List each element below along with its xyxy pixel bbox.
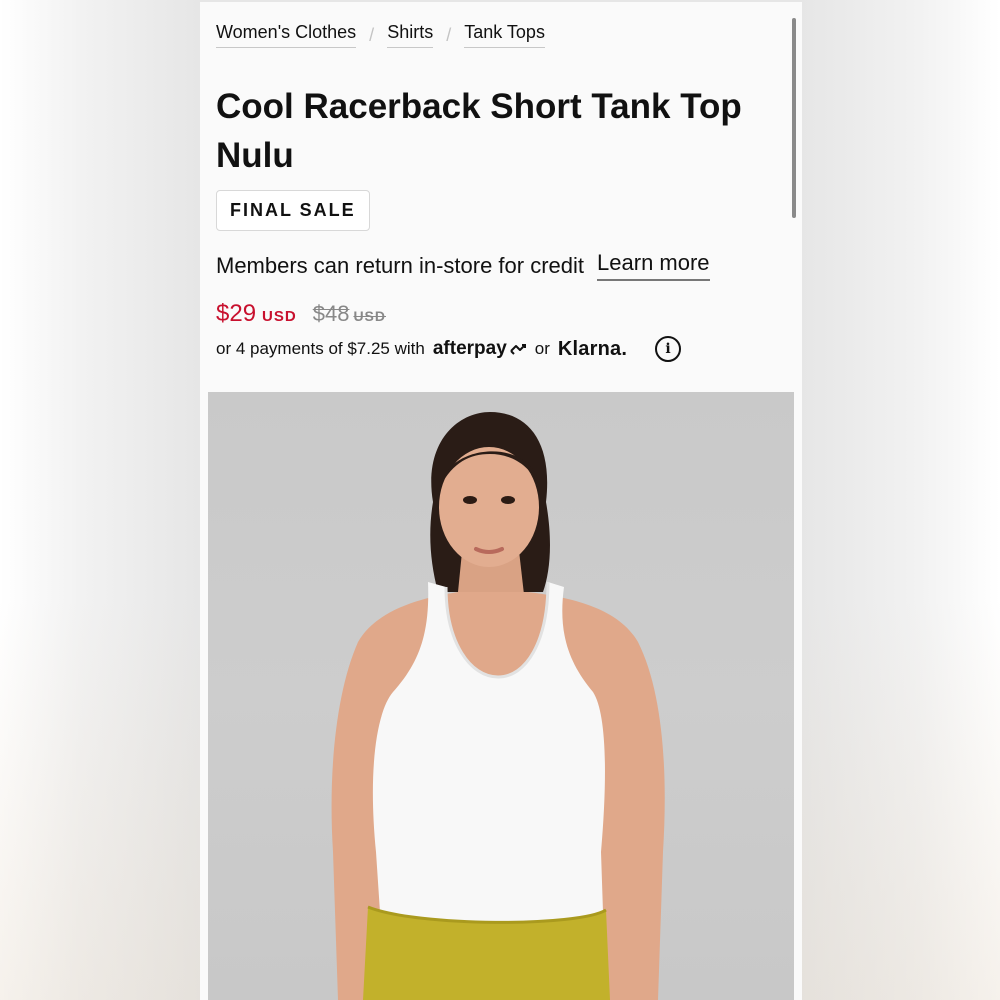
original-price: $48 USD [313, 301, 386, 327]
or-text: or [534, 339, 550, 358]
installment-payments: or 4 payments of $7.25 with afterpay or … [216, 336, 682, 362]
breadcrumb-separator: / [446, 24, 452, 45]
product-title: Cool Racerback Short Tank Top Nulu [216, 87, 742, 175]
blurred-background-right [800, 0, 1000, 1000]
sale-price: $29 [216, 300, 257, 327]
afterpay-logo[interactable]: afterpay [433, 338, 527, 360]
members-return-text: Members can return in-store for credit [216, 252, 585, 278]
original-price-value: $48 [312, 301, 350, 326]
top-divider [200, 0, 802, 2]
product-image[interactable] [208, 392, 794, 1000]
sale-price-currency: USD [262, 308, 297, 325]
model-illustration [331, 412, 665, 1000]
klarna-logo[interactable]: Klarna. [558, 338, 627, 361]
members-return-info: Members can return in-store for credit L… [216, 250, 710, 281]
final-sale-badge: FINAL SALE [216, 190, 370, 231]
blurred-background-left [0, 0, 200, 1000]
breadcrumb: Women's Clothes / Shirts / Tank Tops [216, 22, 545, 48]
price-row: $29 USD $48 USD [216, 300, 386, 328]
breadcrumb-shirts[interactable]: Shirts [387, 22, 434, 48]
payments-text: or 4 payments of $7.25 with [216, 339, 425, 358]
product-page: Women's Clothes / Shirts / Tank Tops Coo… [200, 0, 802, 1000]
original-price-currency: USD [353, 308, 386, 324]
afterpay-wordmark: afterpay [432, 338, 507, 359]
scrollbar[interactable] [792, 18, 796, 218]
breadcrumb-womens-clothes[interactable]: Women's Clothes [216, 22, 357, 48]
info-icon[interactable]: i [655, 336, 682, 362]
breadcrumb-tank-tops[interactable]: Tank Tops [464, 22, 545, 48]
learn-more-link[interactable]: Learn more [597, 250, 710, 281]
breadcrumb-separator: / [369, 24, 375, 45]
afterpay-arrows-icon [510, 344, 526, 355]
